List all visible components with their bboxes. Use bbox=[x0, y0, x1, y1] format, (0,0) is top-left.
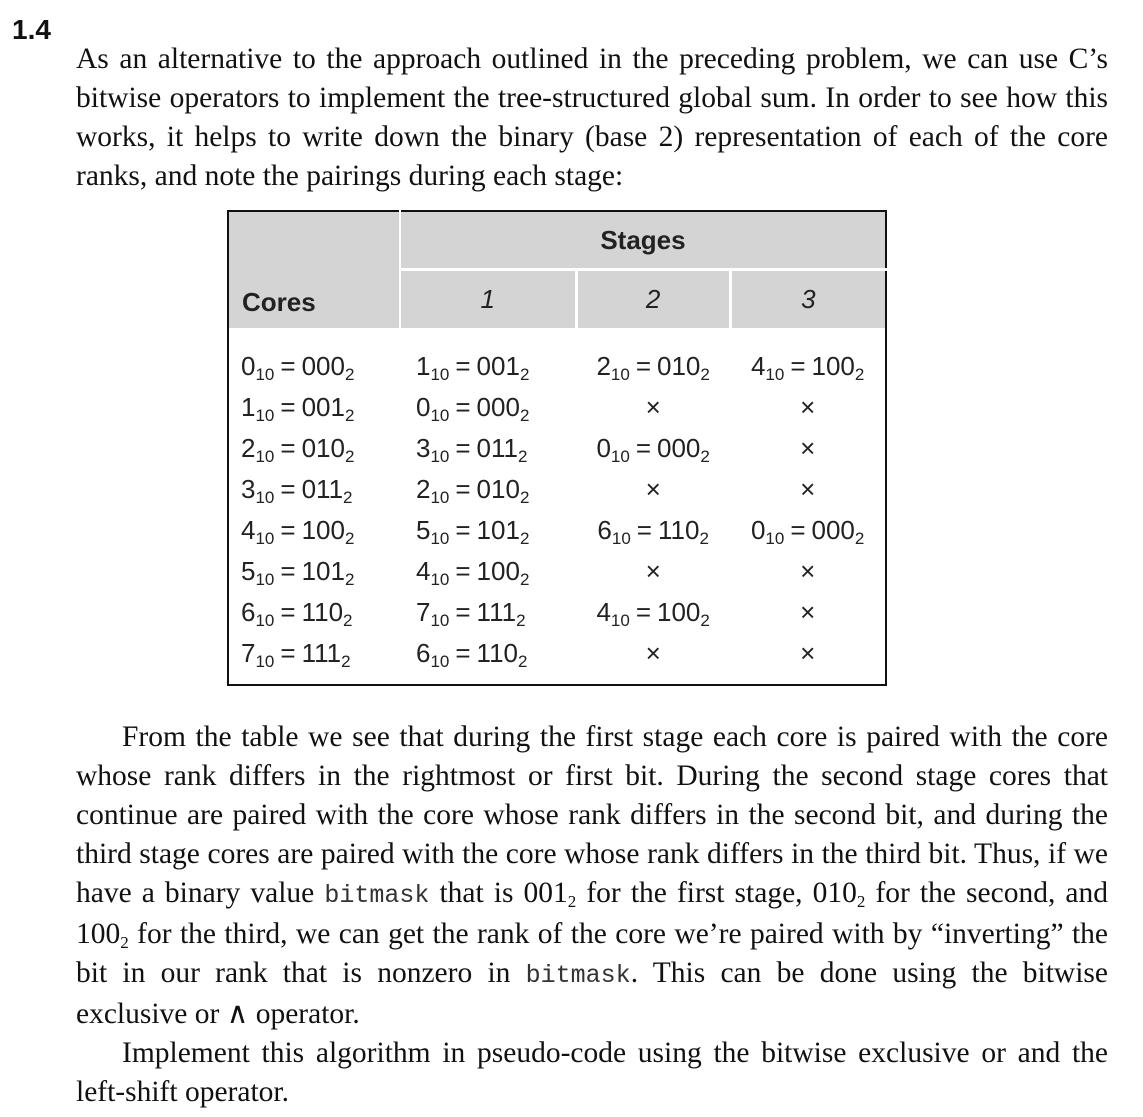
table-row: 310 = 0112 210 = 0102 × × bbox=[228, 469, 886, 510]
stage-2-cell: 410 = 1002 bbox=[596, 597, 710, 630]
stage-3-cell: × bbox=[730, 387, 886, 428]
pairing-table: Cores Stages 1 2 3 010 = 0002 110 = 0012 210 = 0… bbox=[227, 210, 887, 686]
core-cell: 010 = 0002 bbox=[241, 351, 355, 384]
stage-1-cell: 610 = 1102 bbox=[415, 638, 528, 671]
subscript: 2 bbox=[567, 892, 577, 911]
stage-1-cell: 210 = 0102 bbox=[415, 474, 530, 507]
stage-2-cell: 010 = 0002 bbox=[596, 433, 710, 466]
stage-header-3: 3 bbox=[728, 269, 886, 328]
stage-3-cell: 010 = 0002 bbox=[750, 515, 865, 548]
text-run: for the first stage, 010 bbox=[576, 877, 857, 909]
stage-3-cell: × bbox=[730, 469, 886, 510]
stage-3-cell: × bbox=[730, 592, 886, 633]
cross-mark: × bbox=[800, 556, 816, 586]
core-cell: 610 = 1102 bbox=[241, 597, 353, 630]
cross-mark: × bbox=[800, 597, 816, 627]
stage-header-2: 2 bbox=[574, 269, 731, 328]
core-cell: 510 = 1012 bbox=[241, 556, 355, 589]
stage-3-cell: × bbox=[730, 551, 886, 592]
table-row: 110 = 0012 010 = 0002 × × bbox=[228, 387, 886, 428]
stage-2-cell: 210 = 0102 bbox=[596, 351, 710, 384]
explanation: From the table we see that during the fi… bbox=[76, 718, 1108, 1112]
problem-intro: As an alternative to the approach outlin… bbox=[76, 42, 1108, 192]
stage-3-cell: × bbox=[730, 428, 886, 469]
table-row: 410 = 1002 510 = 1012 610 = 1102 010 = 0002 bbox=[228, 510, 886, 551]
cross-mark: × bbox=[800, 638, 816, 668]
stage-1-cell: 710 = 1112 bbox=[415, 597, 526, 630]
cores-header: Cores bbox=[228, 211, 401, 328]
cross-mark: × bbox=[645, 392, 661, 422]
core-cell: 710 = 1112 bbox=[241, 638, 351, 671]
stage-2-cell: × bbox=[576, 469, 730, 510]
subscript: 2 bbox=[120, 933, 129, 952]
stage-1-cell: 510 = 1012 bbox=[415, 515, 530, 548]
cross-mark: × bbox=[800, 433, 816, 463]
problem-number: 1.4 bbox=[12, 14, 51, 45]
table-row: 210 = 0102 310 = 0112 010 = 0002 × bbox=[228, 428, 886, 469]
stage-1-cell: 310 = 0112 bbox=[415, 433, 528, 466]
stage-3-cell: × bbox=[730, 633, 886, 685]
table-row: 010 = 0002 110 = 0012 210 = 0102 410 = 1002 bbox=[228, 328, 886, 387]
core-cell: 310 = 0112 bbox=[241, 474, 353, 507]
core-cell: 110 = 0012 bbox=[241, 392, 355, 425]
stage-1-cell: 410 = 1002 bbox=[415, 556, 530, 589]
cross-mark: × bbox=[645, 556, 661, 586]
instruction-paragraph: Implement this algorithm in pseudo-code … bbox=[76, 1037, 1108, 1108]
stage-3-cell: 410 = 1002 bbox=[750, 351, 865, 384]
cross-mark: × bbox=[800, 474, 816, 504]
code-bitmask: bitmask bbox=[324, 881, 430, 910]
core-cell: 210 = 0102 bbox=[241, 433, 355, 466]
cross-mark: × bbox=[645, 474, 661, 504]
core-cell: 410 = 1002 bbox=[241, 515, 355, 548]
stages-header: Stages bbox=[398, 211, 886, 271]
textbook-page: 1.4 As an alternative to the approach ou… bbox=[0, 0, 1143, 1117]
code-bitmask: bitmask bbox=[525, 961, 631, 990]
explanation-paragraph: From the table we see that during the fi… bbox=[76, 718, 1108, 1034]
stage-2-cell: 610 = 1102 bbox=[597, 515, 709, 548]
text-run: that is 001 bbox=[429, 877, 568, 909]
stage-2-cell: × bbox=[576, 633, 730, 685]
stage-2-cell: × bbox=[576, 387, 730, 428]
table-body: 010 = 0002 110 = 0012 210 = 0102 410 = 1002 110 = 0012… bbox=[228, 328, 886, 685]
table-row: 710 = 1112 610 = 1102 × × bbox=[228, 633, 886, 685]
table-row: 610 = 1102 710 = 1112 410 = 1002 × bbox=[228, 592, 886, 633]
stage-2-cell: × bbox=[576, 551, 730, 592]
stage-1-cell: 010 = 0002 bbox=[415, 392, 530, 425]
cross-mark: × bbox=[645, 638, 661, 668]
stage-header-1: 1 bbox=[399, 269, 577, 328]
cross-mark: × bbox=[800, 392, 816, 422]
table-row: 510 = 1012 410 = 1002 × × bbox=[228, 551, 886, 592]
stage-1-cell: 110 = 0012 bbox=[415, 351, 530, 384]
